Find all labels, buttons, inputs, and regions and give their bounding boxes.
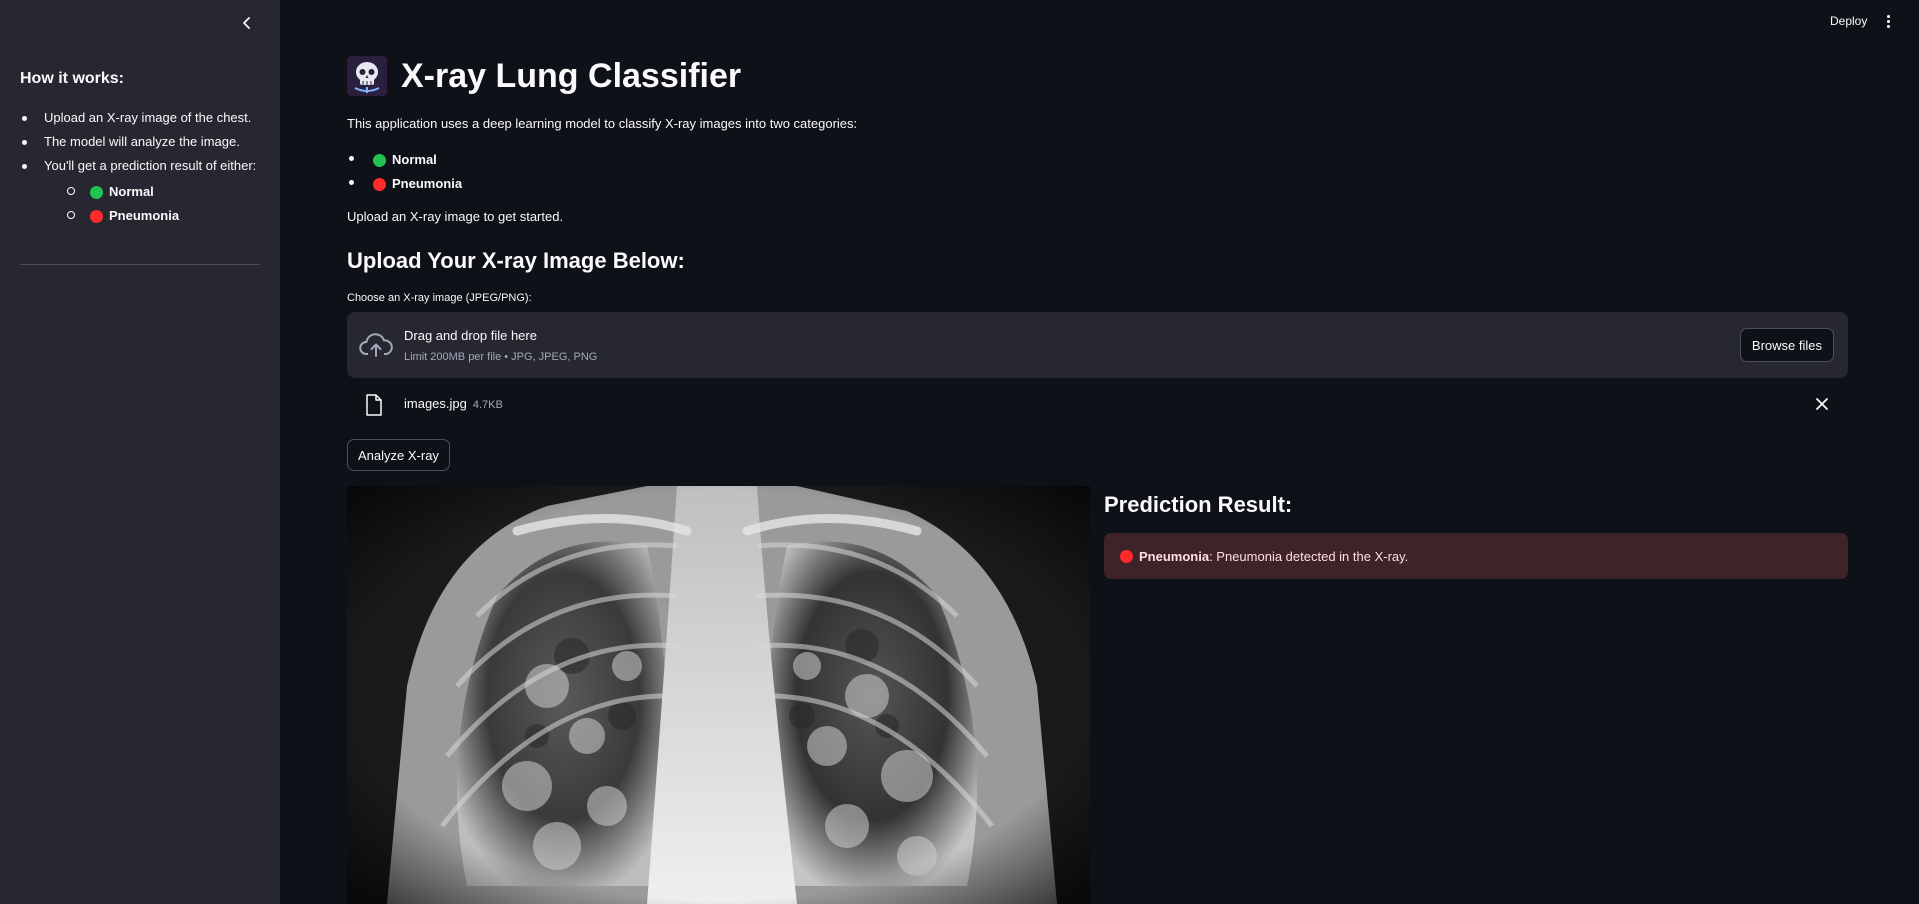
get-started-text: Upload an X-ray image to get started. bbox=[347, 209, 564, 224]
list-item-normal: Normal bbox=[347, 148, 462, 172]
chevron-left-icon bbox=[243, 17, 250, 29]
dropzone-limit: Limit 200MB per file • JPG, JPEG, PNG bbox=[404, 351, 598, 363]
list-item-normal: Normal bbox=[20, 180, 179, 204]
uploaded-file-row: images.jpg 4.7KB bbox=[347, 392, 1848, 420]
how-it-works-list: Upload an X-ray image of the chest. The … bbox=[20, 108, 256, 180]
upload-heading: Upload Your X-ray Image Below: bbox=[347, 248, 685, 273]
prediction-title: Prediction Result: bbox=[1104, 492, 1293, 517]
list-item: You'll get a prediction result of either… bbox=[20, 156, 256, 180]
xray-image bbox=[347, 486, 1090, 904]
title-text: X-ray Lung Classifier bbox=[401, 56, 742, 95]
list-item-pneumonia: Pneumonia bbox=[20, 204, 179, 228]
result-options-list: Normal Pneumonia bbox=[20, 180, 179, 228]
result-label: Normal bbox=[109, 184, 154, 199]
category-label: Pneumonia bbox=[392, 176, 463, 191]
menu-dot bbox=[1886, 19, 1890, 23]
result-label: Pneumonia bbox=[109, 208, 180, 223]
list-item-pneumonia: Pneumonia bbox=[347, 172, 462, 196]
category-list: Normal Pneumonia bbox=[347, 148, 462, 196]
menu-dot bbox=[1886, 14, 1890, 18]
file-dropzone[interactable]: Drag and drop file here Limit 200MB per … bbox=[347, 312, 1848, 378]
analyze-xray-button[interactable]: Analyze X-ray bbox=[347, 439, 450, 471]
red-circle-icon bbox=[90, 209, 103, 223]
file-name-text: images.jpg bbox=[404, 396, 467, 411]
list-item: Upload an X-ray image of the chest. bbox=[20, 108, 256, 132]
red-circle-icon bbox=[373, 177, 386, 191]
sidebar: How it works: Upload an X-ray image of t… bbox=[0, 0, 280, 904]
menu-dot bbox=[1886, 24, 1890, 28]
prediction-alert: Pneumonia: Pneumonia detected in the X-r… bbox=[1104, 533, 1848, 579]
browse-files-button[interactable]: Browse files bbox=[1739, 328, 1834, 362]
deploy-button[interactable]: Deploy bbox=[1826, 12, 1871, 30]
prediction-message: : Pneumonia detected in the X-ray. bbox=[1209, 548, 1409, 564]
main-menu-button[interactable] bbox=[1881, 12, 1895, 30]
red-circle-icon bbox=[1120, 549, 1133, 563]
intro-text: This application uses a deep learning mo… bbox=[347, 116, 858, 131]
green-circle-icon bbox=[90, 185, 103, 199]
sidebar-divider bbox=[20, 264, 260, 265]
file-icon bbox=[366, 394, 382, 416]
dropzone-instructions: Drag and drop file here bbox=[404, 328, 537, 343]
collapse-sidebar-button[interactable] bbox=[236, 12, 258, 34]
list-item: The model will analyze the image. bbox=[20, 132, 256, 156]
cloud-upload-icon bbox=[359, 333, 393, 357]
remove-file-close-icon[interactable] bbox=[1814, 396, 1830, 412]
green-circle-icon bbox=[373, 153, 386, 167]
sidebar-title: How it works: bbox=[20, 70, 125, 87]
file-size: 4.7KB bbox=[472, 399, 503, 411]
xray-illustration bbox=[347, 486, 1090, 904]
prediction-label: Pneumonia bbox=[1139, 548, 1210, 564]
category-label: Normal bbox=[392, 152, 437, 167]
file-name: images.jpg 4.7KB bbox=[404, 396, 503, 411]
skull-xray-icon bbox=[347, 56, 387, 96]
page-title: X-ray Lung Classifier bbox=[347, 56, 741, 96]
uploader-label: Choose an X-ray image (JPEG/PNG): bbox=[347, 292, 532, 304]
